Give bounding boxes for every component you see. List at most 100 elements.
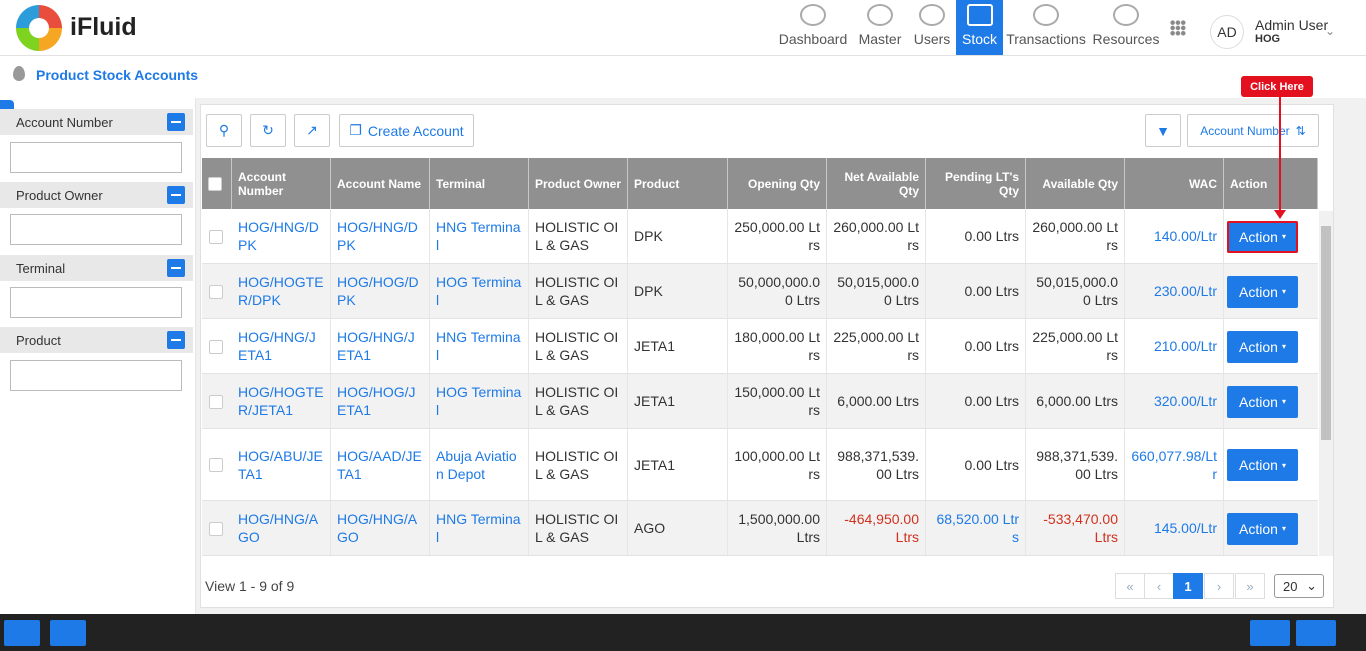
collapse-icon[interactable] [167,113,185,131]
cell-account-name[interactable]: HOG/HOG/DPK [331,264,430,318]
collapse-icon[interactable] [167,331,185,349]
cell-wac[interactable]: 145.00/Ltr [1125,501,1224,555]
cell-terminal[interactable]: Abuja Aviation Depot [430,429,529,500]
page-size-select[interactable]: 20 ⌄ [1274,574,1324,598]
cell-account-number[interactable]: HOG/HNG/JETA1 [232,319,331,373]
cell-account-name[interactable]: HOG/HNG/JETA1 [331,319,430,373]
col-terminal[interactable]: Terminal [430,158,529,209]
fire-icon[interactable] [1250,620,1290,646]
col-net-available-qty[interactable]: Net Available Qty [827,158,926,209]
product-owner-filter-input[interactable] [10,214,182,245]
nav-transactions[interactable]: Transactions [1006,0,1086,55]
col-pending-lt-qty[interactable]: Pending LT's Qty [926,158,1026,209]
cell-product: JETA1 [628,374,728,428]
sort-button[interactable]: Account Number ⇅ [1187,114,1319,147]
collapse-icon[interactable] [167,259,185,277]
cell-account-number[interactable]: HOG/HNG/AGO [232,501,331,555]
filter-button[interactable]: ▼ [1145,114,1181,147]
col-account-name[interactable]: Account Name [331,158,430,209]
cell-terminal[interactable]: HNG Terminal [430,501,529,555]
last-page-button[interactable]: » [1235,573,1265,599]
cell-terminal[interactable]: HOG Terminal [430,374,529,428]
select-all-checkbox[interactable] [208,176,222,191]
fullscreen-icon[interactable] [1296,620,1336,646]
nav-dashboard[interactable]: Dashboard [779,0,847,55]
action-button[interactable]: Action ▾ [1227,385,1298,418]
avatar[interactable]: AD [1210,15,1244,49]
cell-wac[interactable]: 230.00/Ltr [1125,264,1224,318]
cell-account-number[interactable]: HOG/ABU/JETA1 [232,429,331,500]
account-number-filter-input[interactable] [10,142,182,173]
table-scrollbar-thumb[interactable] [1321,226,1331,440]
col-product[interactable]: Product [628,158,728,209]
cell-available-qty: 260,000.00 Ltrs [1026,209,1125,263]
cell-wac[interactable]: 140.00/Ltr [1125,209,1224,263]
col-product-owner[interactable]: Product Owner [529,158,628,209]
filter-header-terminal: Terminal [0,255,193,281]
prev-page-button[interactable]: ‹ [1144,573,1174,599]
cell-wac[interactable]: 660,077.98/Ltr [1125,429,1224,500]
filter-header-account-number: Account Number [0,109,193,135]
bookmark-icon[interactable] [50,620,86,646]
row-checkbox[interactable] [209,229,223,244]
cell-account-number[interactable]: HOG/HNG/DPK [232,209,331,263]
col-wac[interactable]: WAC [1125,158,1224,209]
product-filter-input[interactable] [10,360,182,391]
cell-available-qty: 225,000.00 Ltrs [1026,319,1125,373]
cell-product: DPK [628,209,728,263]
dashboard-icon [800,4,826,26]
cell-account-number[interactable]: HOG/HOGTER/JETA1 [232,374,331,428]
action-button[interactable]: Action ▾ [1227,512,1298,545]
nav-master[interactable]: Master [855,0,905,55]
nav-users[interactable]: Users [911,0,953,55]
cell-account-number[interactable]: HOG/HOGTER/DPK [232,264,331,318]
export-button[interactable]: ↗ [294,114,330,147]
nav-label: Transactions [1006,31,1086,47]
cell-terminal[interactable]: HNG Terminal [430,209,529,263]
resources-icon [1113,4,1139,26]
cell-account-name[interactable]: HOG/HNG/DPK [331,209,430,263]
col-opening-qty[interactable]: Opening Qty [728,158,827,209]
cell-terminal[interactable]: HOG Terminal [430,264,529,318]
col-available-qty[interactable]: Available Qty [1026,158,1125,209]
cell-wac[interactable]: 320.00/Ltr [1125,374,1224,428]
cell-account-name[interactable]: HOG/HOG/JETA1 [331,374,430,428]
create-account-button[interactable]: ❐ Create Account [339,114,474,147]
col-account-number[interactable]: Account Number [232,158,331,209]
first-page-button[interactable]: « [1115,573,1145,599]
apps-grid-icon[interactable] [1170,20,1186,36]
action-button[interactable]: Action ▾ [1227,330,1298,363]
sort-label: Account Number [1200,123,1290,138]
cell-opening-qty: 250,000.00 Ltrs [728,209,827,263]
row-checkbox[interactable] [209,458,223,472]
cell-opening-qty: 100,000.00 Ltrs [728,429,827,500]
nav-label: Users [913,31,951,47]
cell-account-name[interactable]: HOG/HNG/AGO [331,501,430,555]
brand-name[interactable]: iFluid [70,13,137,42]
refresh-button[interactable]: ↻ [250,114,286,147]
filter-panel [0,98,196,614]
search-button[interactable]: ⚲ [206,114,242,147]
cell-product: DPK [628,264,728,318]
nav-resources[interactable]: Resources [1093,0,1159,55]
nav-stock[interactable]: Stock [956,0,1003,55]
next-page-button[interactable]: › [1204,573,1234,599]
ifluid-logo-icon[interactable] [16,5,62,51]
page-1-button[interactable]: 1 [1173,573,1203,599]
action-button[interactable]: Action ▾ [1227,275,1298,308]
collapse-icon[interactable] [167,186,185,204]
row-checkbox[interactable] [209,394,223,409]
action-button[interactable]: Action ▾ [1227,449,1298,481]
row-checkbox[interactable] [209,521,223,536]
cell-account-name[interactable]: HOG/AAD/JETA1 [331,429,430,500]
user-name[interactable]: Admin User [1255,17,1328,33]
action-button[interactable]: Action ▾ [1227,220,1298,253]
row-checkbox[interactable] [209,339,223,354]
cell-wac[interactable]: 210.00/Ltr [1125,319,1224,373]
cell-available-qty: 50,015,000.00 Ltrs [1026,264,1125,318]
terminal-filter-input[interactable] [10,287,182,318]
row-checkbox[interactable] [209,284,223,299]
cell-terminal[interactable]: HNG Terminal [430,319,529,373]
recycle-icon[interactable] [4,620,40,646]
chevron-down-icon[interactable]: ⌄ [1325,24,1335,38]
